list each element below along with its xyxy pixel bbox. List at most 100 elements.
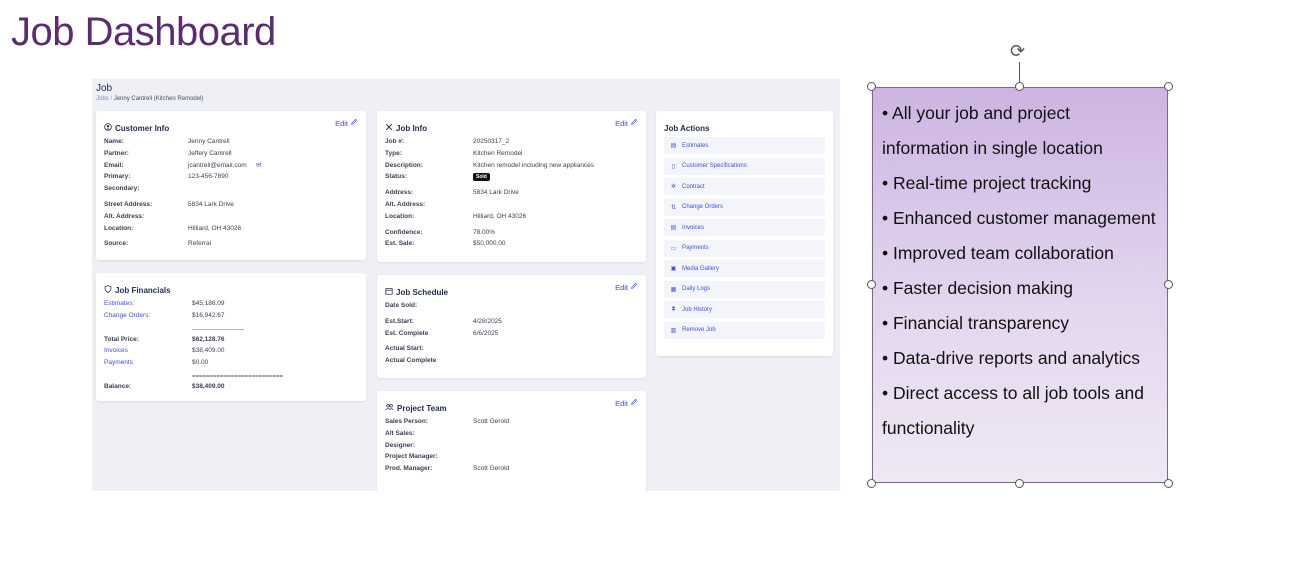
calendar-icon bbox=[385, 287, 393, 297]
job-info-edit-button[interactable]: Edit bbox=[615, 118, 638, 128]
field-value: $38,409.00 bbox=[192, 347, 225, 355]
field-row: Status: Sold bbox=[385, 171, 638, 183]
pencil-icon bbox=[630, 398, 638, 408]
action-label: Remove Job bbox=[682, 327, 716, 333]
field-row: Alt. Address: bbox=[385, 199, 638, 211]
breadcrumb-jobs-link[interactable]: Jobs bbox=[96, 96, 109, 102]
action-label: Job History bbox=[682, 306, 713, 313]
field-value: Kitchen Remodel bbox=[473, 149, 523, 157]
field-label: Alt Sales: bbox=[385, 429, 415, 437]
field-label: Job #: bbox=[385, 138, 405, 145]
resize-handle-top-right[interactable] bbox=[1164, 82, 1173, 91]
action-label: Change Orders bbox=[682, 204, 724, 210]
action-media-gallery[interactable]: ▣ Media Gallery bbox=[664, 260, 825, 277]
field-label: Project Manager: bbox=[385, 453, 438, 461]
action-label: Customer Specifications bbox=[682, 163, 747, 169]
field-row: Alt Sales: bbox=[385, 428, 638, 440]
field-row: Date Sold: bbox=[385, 300, 638, 312]
field-row: Est. Sale: $50,000.00 bbox=[385, 238, 638, 250]
resize-handle-bottom-left[interactable] bbox=[867, 479, 876, 488]
project-team-edit-button[interactable]: Edit bbox=[615, 398, 638, 408]
team-icon bbox=[385, 403, 394, 413]
field-row: Secondary: bbox=[104, 183, 358, 195]
field-label: Prod. Manager: bbox=[385, 465, 433, 473]
resize-handle-bottom-right[interactable] bbox=[1164, 479, 1173, 488]
field-value: 6/6/2025 bbox=[473, 329, 499, 337]
field-row: Name: Jenny Cantrell bbox=[104, 136, 358, 148]
field-label: Email: bbox=[104, 161, 124, 169]
invoice-icon: ▤ bbox=[670, 225, 677, 231]
field-row: Location: Hilliard, OH 43026 bbox=[385, 211, 638, 223]
field-value: Hilliard, OH 43026 bbox=[473, 212, 527, 220]
resize-handle-bottom[interactable] bbox=[1015, 479, 1024, 488]
field-label: Actual Start: bbox=[385, 345, 424, 353]
job-dashboard-screenshot: Job Jobs / Jenny Cantrell (Kitchen Remod… bbox=[92, 79, 840, 491]
edit-label: Edit bbox=[615, 282, 628, 292]
project-team-card: Project Team Edit Sales Person: Scott Ger… bbox=[377, 391, 646, 491]
field-row: Partner: Jeffery Cantrell bbox=[104, 148, 358, 160]
job-schedule-title: Job Schedule bbox=[385, 287, 448, 297]
resize-handle-left[interactable] bbox=[867, 280, 876, 289]
action-daily-logs[interactable]: ▦ Daily Logs bbox=[664, 280, 825, 298]
pencil-icon bbox=[350, 118, 358, 128]
field-row: Est. Complete 6/6/2025 bbox=[385, 328, 638, 340]
action-change-orders[interactable]: ⇅ Change Orders bbox=[664, 198, 825, 216]
field-link[interactable]: Change Orders: bbox=[104, 310, 150, 322]
calendar-icon: ▦ bbox=[670, 286, 677, 293]
field-value: Hilliard, OH 43026 bbox=[188, 224, 242, 232]
resize-handle-top[interactable] bbox=[1015, 82, 1024, 91]
field-value: $62,128.76 bbox=[192, 335, 225, 343]
action-estimates[interactable]: ▤ Estimates bbox=[664, 137, 825, 154]
resize-handle-top-left[interactable] bbox=[867, 82, 876, 91]
field-label: Balance: bbox=[104, 382, 132, 390]
feature-text-box[interactable]: • All your job and project information i… bbox=[872, 87, 1168, 483]
trash-icon: ▥ bbox=[670, 327, 677, 334]
field-value: Scott Gerold bbox=[473, 465, 510, 473]
action-label: Contract bbox=[682, 183, 705, 190]
field-value: 4/28/2025 bbox=[473, 317, 502, 325]
field-label: Name: bbox=[104, 138, 124, 145]
field-link[interactable]: Invoices bbox=[104, 345, 128, 357]
action-contract[interactable]: ✲ Contract bbox=[664, 178, 825, 195]
field-row: Job #: 20250317_2 bbox=[385, 136, 638, 148]
job-actions-list: ▤ Estimates ▯ Customer Specifications ✲ Contr… bbox=[664, 137, 825, 342]
field-label: Alt. Address: bbox=[385, 200, 426, 208]
job-financials-title: Job Financials bbox=[104, 285, 171, 295]
field-label: Sales Person: bbox=[385, 418, 428, 425]
field-label: Date Sold: bbox=[385, 302, 418, 309]
field-row: Street Address: 5834 Lark Drive bbox=[104, 199, 358, 211]
divider-row: -------------------------- bbox=[104, 326, 358, 334]
mail-icon[interactable]: ✉ bbox=[256, 160, 261, 172]
field-label: Confidence: bbox=[385, 228, 423, 236]
customer-info-edit-button[interactable]: Edit bbox=[335, 118, 358, 128]
action-customer-specifications[interactable]: ▯ Customer Specifications bbox=[664, 157, 825, 175]
field-row: Source: Referral bbox=[104, 238, 358, 250]
job-info-title-text: Job Info bbox=[396, 123, 428, 133]
job-schedule-rows: Date Sold: Est.Start: 4/28/2025 Est. Comple… bbox=[385, 300, 638, 367]
resize-handle-right[interactable] bbox=[1164, 280, 1173, 289]
field-link[interactable]: Payments bbox=[104, 357, 133, 369]
action-remove-job[interactable]: ▥ Remove Job bbox=[664, 321, 825, 339]
field-row: Change Orders: $16,942.67 bbox=[104, 310, 358, 322]
field-link[interactable]: Estimates: bbox=[104, 298, 134, 310]
action-label: Media Gallery bbox=[682, 265, 720, 272]
job-actions-card: Job Actions ▤ Estimates ▯ Customer Specific… bbox=[656, 111, 833, 356]
bullet-item: • Real-time project tracking bbox=[882, 173, 1092, 193]
field-value: Jeffery Cantrell bbox=[188, 149, 232, 157]
action-invoices[interactable]: ▤ Invoices bbox=[664, 219, 825, 236]
shield-dollar-icon bbox=[104, 285, 112, 295]
edit-label: Edit bbox=[615, 398, 628, 408]
rotate-icon[interactable]: ⟳ bbox=[1010, 42, 1025, 60]
job-schedule-edit-button[interactable]: Edit bbox=[615, 282, 638, 292]
field-label: Type: bbox=[385, 149, 402, 157]
field-label: Address: bbox=[385, 189, 414, 197]
bullet-item: • Improved team collaboration bbox=[882, 243, 1114, 263]
breadcrumb: Jobs / Jenny Cantrell (Kitchen Remodel) bbox=[96, 96, 203, 102]
field-row: Estimates: $45,186.09 bbox=[104, 298, 358, 310]
status-badge: Sold bbox=[473, 172, 490, 181]
action-label: Estimates bbox=[682, 142, 709, 149]
edit-label: Edit bbox=[615, 118, 628, 128]
divider-row: ========================== bbox=[104, 373, 358, 381]
action-payments[interactable]: ▭ Payments bbox=[664, 239, 825, 257]
action-job-history[interactable]: ⧗ Job History bbox=[664, 301, 825, 318]
